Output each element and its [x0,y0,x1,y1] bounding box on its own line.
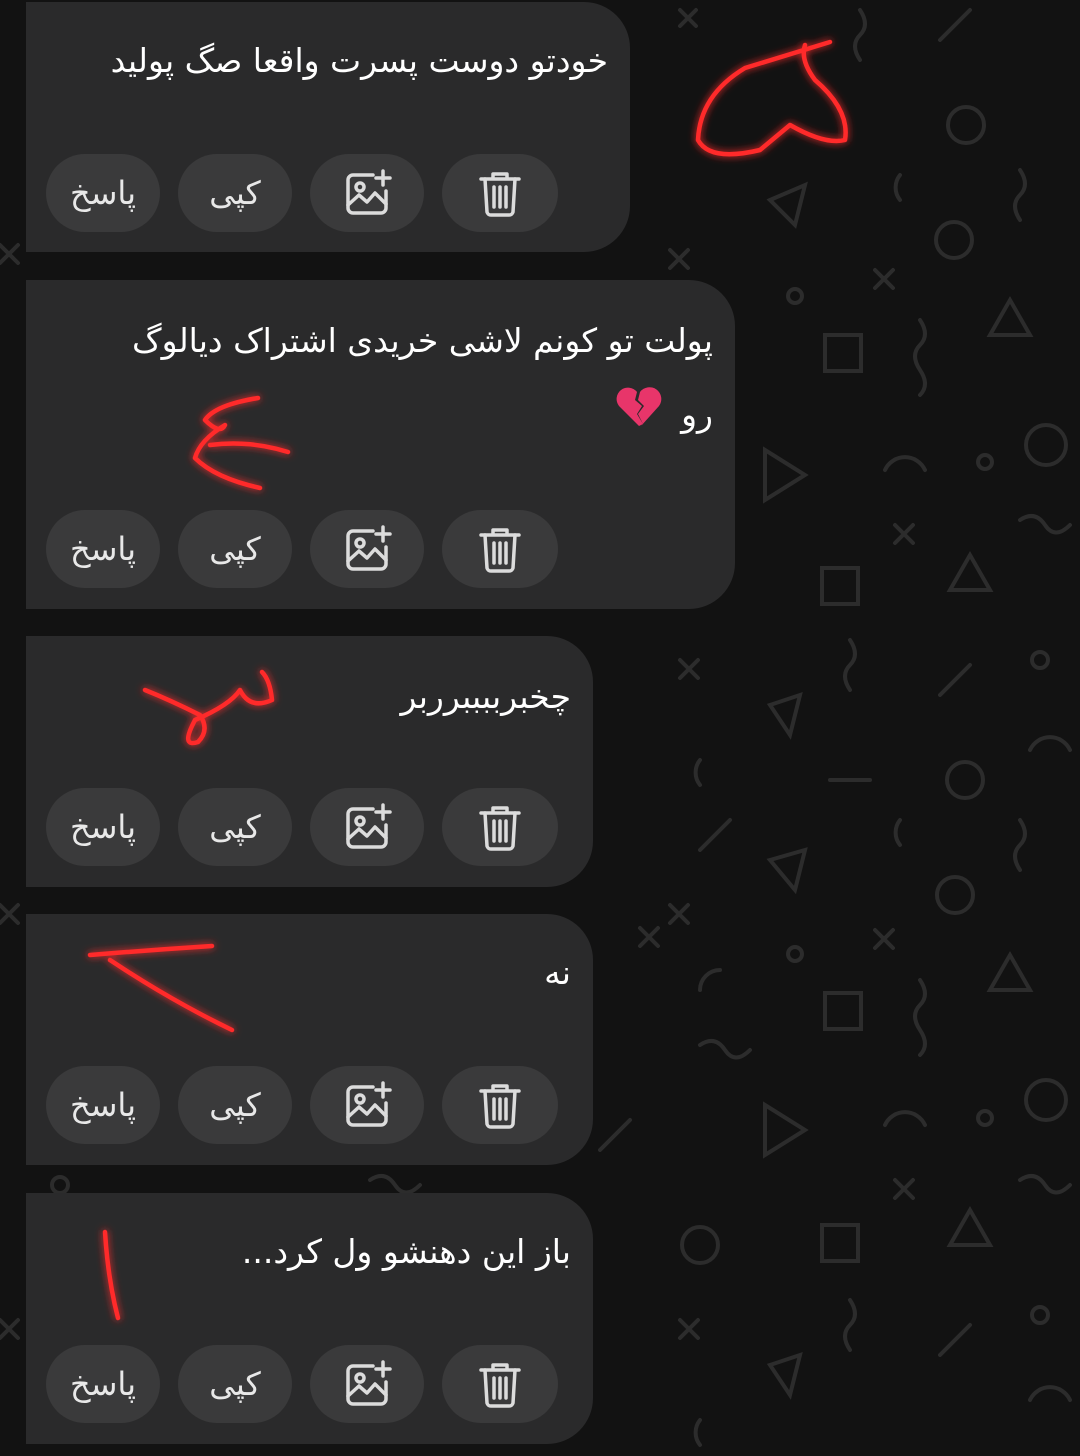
add-image-button[interactable] [310,1066,424,1144]
trash-icon [479,172,521,217]
add-image-button[interactable] [310,510,424,588]
reply-label: پاسخ [69,174,137,212]
message-text-line2: رو [86,380,713,452]
message-bubble: خودتو دوست پسرت واقعا صگ پولید پاسخ کپی [26,2,630,252]
reply-button[interactable]: پاسخ [46,510,160,588]
reply-button[interactable]: پاسخ [46,788,160,866]
delete-button[interactable] [442,510,558,588]
message-text: باز این دهنشو ول کرد... [241,1232,571,1271]
message-bubble: پولت تو کونم لاشی خریدی اشتراک دیالوگ رو… [26,280,735,609]
message-actions: پاسخ کپی [46,1066,558,1146]
message-actions: پاسخ کپی [46,510,558,590]
add-image-button[interactable] [310,788,424,866]
add-image-icon [346,1360,392,1406]
message-actions: پاسخ کپی [46,788,558,868]
reply-label: پاسخ [69,1086,137,1124]
message-text: پولت تو کونم لاشی خریدی اشتراک دیالوگ [132,321,713,360]
trash-icon [479,1363,521,1408]
add-image-icon [346,525,392,571]
copy-button[interactable]: کپی [178,154,292,232]
reply-button[interactable]: پاسخ [46,1345,160,1423]
copy-label: کپی [209,1086,261,1124]
copy-button[interactable]: کپی [178,1345,292,1423]
reply-button[interactable]: پاسخ [46,154,160,232]
trash-icon [479,1084,521,1129]
message-text: خودتو دوست پسرت واقعا صگ پولید [110,41,608,80]
reply-label: پاسخ [69,808,137,846]
broken-heart-icon [615,382,663,452]
copy-label: کپی [209,808,261,846]
reply-label: پاسخ [69,530,137,568]
reply-label: پاسخ [69,1365,137,1403]
message-bubble: باز این دهنشو ول کرد... پاسخ کپی [26,1193,593,1444]
trash-icon [479,528,521,573]
copy-label: کپی [209,530,261,568]
copy-label: کپی [209,1365,261,1403]
add-image-icon [346,803,392,849]
copy-button[interactable]: کپی [178,1066,292,1144]
copy-label: کپی [209,174,261,212]
copy-button[interactable]: کپی [178,510,292,588]
message-text: چخبرببببرربر [400,677,571,716]
delete-button[interactable] [442,788,558,866]
delete-button[interactable] [442,1066,558,1144]
add-image-icon [346,169,392,215]
delete-button[interactable] [442,154,558,232]
add-image-button[interactable] [310,154,424,232]
message-bubble: نه پاسخ کپی [26,914,593,1165]
add-image-icon [346,1081,392,1127]
add-image-button[interactable] [310,1345,424,1423]
message-text: نه [544,953,571,992]
trash-icon [479,806,521,851]
message-actions: پاسخ کپی [46,154,558,234]
reply-button[interactable]: پاسخ [46,1066,160,1144]
message-text-continued: رو [681,395,713,434]
copy-button[interactable]: کپی [178,788,292,866]
delete-button[interactable] [442,1345,558,1423]
message-actions: پاسخ کپی [46,1345,558,1425]
message-bubble: چخبرببببرربر پاسخ کپی [26,636,593,887]
